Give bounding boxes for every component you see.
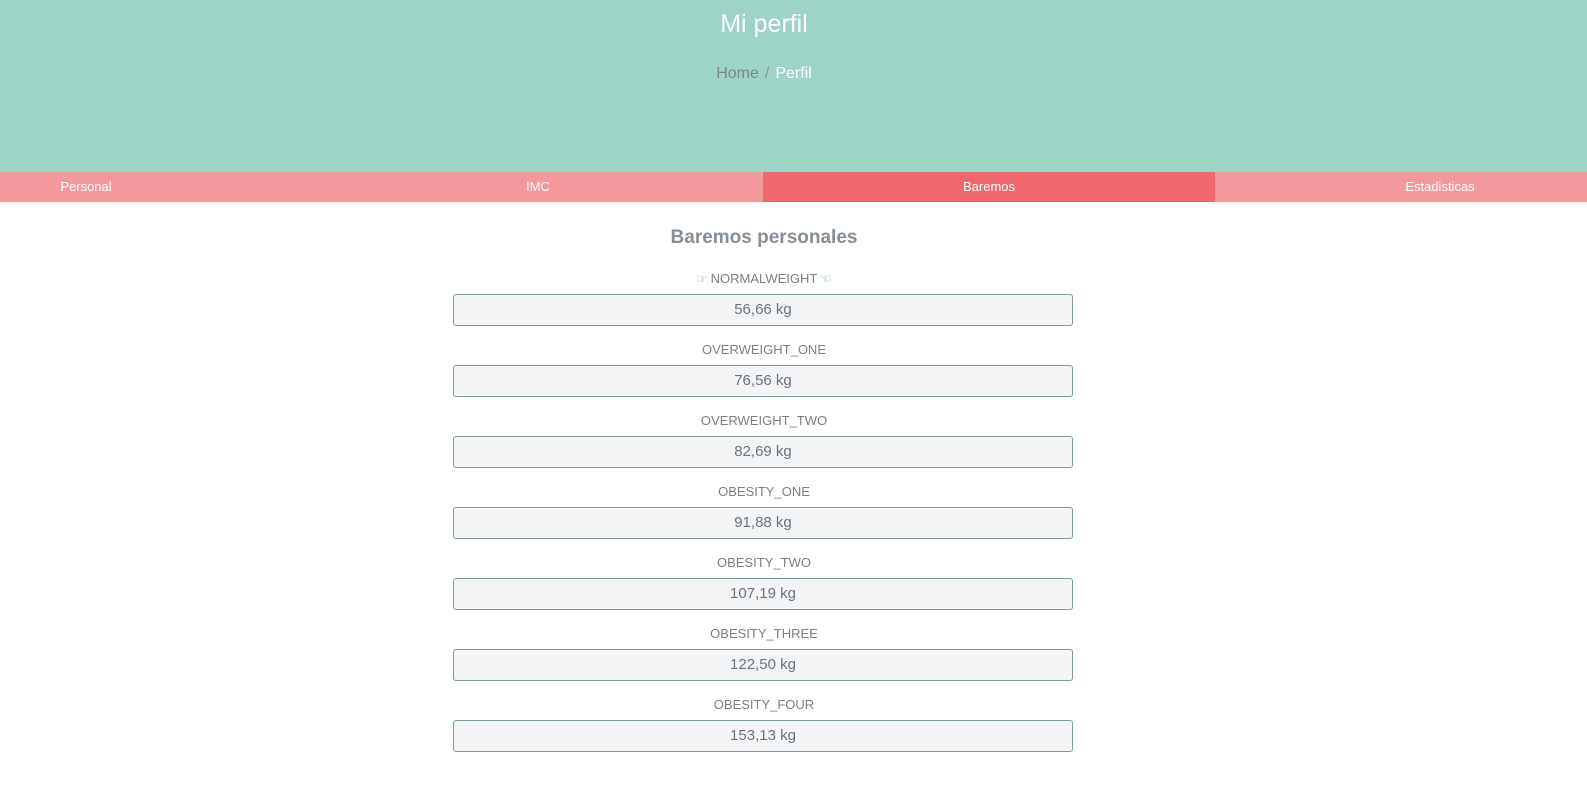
baremo-value-field[interactable]: 91,88 kg	[453, 507, 1073, 539]
baremo-label-text: NORMALWEIGHT	[710, 271, 818, 286]
baremo-label: OBESITY_THREE	[710, 626, 818, 641]
baremo-label: ☞ NORMALWEIGHT ☞	[0, 271, 1528, 287]
tab-imc[interactable]: IMC	[388, 172, 688, 202]
tab-estadisticas[interactable]: Estadisticas	[1290, 172, 1587, 202]
breadcrumb-current: Perfil	[775, 65, 812, 82]
page-title: Mi perfil	[720, 10, 808, 38]
profile-header: Mi perfil Home / Perfil	[0, 0, 1587, 172]
baremo-label: OBESITY_TWO	[717, 555, 811, 570]
baremo-value-field[interactable]: 56,66 kg	[453, 294, 1073, 326]
tab-baremos[interactable]: Baremos	[763, 172, 1215, 202]
baremo-value-field[interactable]: 107,19 kg	[453, 578, 1073, 610]
baremo-label: OBESITY_FOUR	[713, 697, 815, 712]
baremo-label: OBESITY_ONE	[718, 484, 810, 499]
baremo-value-field[interactable]: 76,56 kg	[453, 365, 1073, 397]
baremo-label: OVERWEIGHT_TWO	[700, 413, 828, 428]
section-title: Baremos personales	[670, 227, 858, 248]
pointing-hand-icon: ☞	[696, 271, 708, 286]
breadcrumb: Home / Perfil	[0, 63, 1528, 85]
baremo-value-field[interactable]: 122,50 kg	[453, 649, 1073, 681]
tab-personal[interactable]: Personal	[0, 172, 172, 202]
pointing-hand-icon: ☞	[820, 271, 832, 286]
profile-tabs: Personal IMC Baremos Estadisticas	[0, 172, 1587, 202]
baremo-value-field[interactable]: 153,13 kg	[453, 720, 1073, 752]
baremo-value-field[interactable]: 82,69 kg	[453, 436, 1073, 468]
breadcrumb-separator: /	[764, 65, 770, 82]
baremo-label: OVERWEIGHT_ONE	[701, 342, 826, 357]
breadcrumb-home-link[interactable]: Home	[716, 65, 759, 82]
